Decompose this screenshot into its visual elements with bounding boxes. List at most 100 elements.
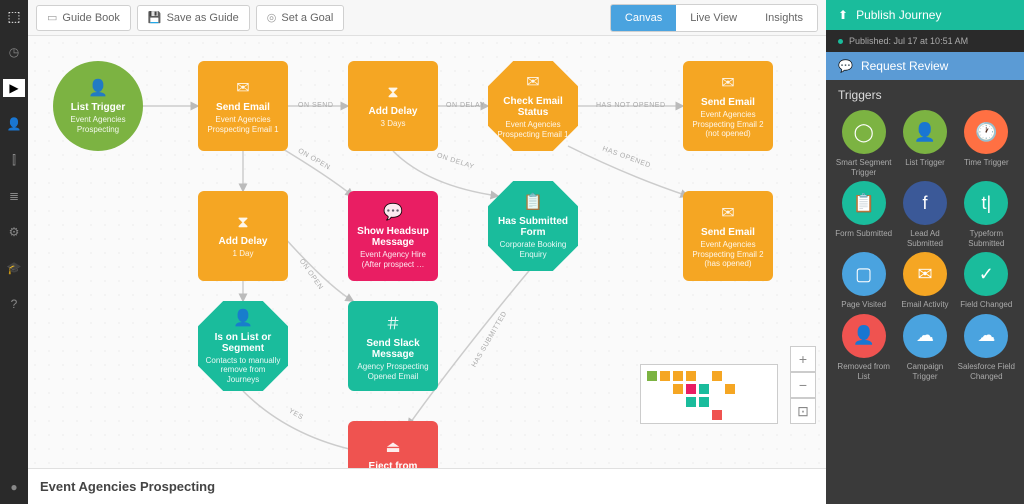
node-on-list[interactable]: 👤Is on List or SegmentContacts to manual… — [198, 301, 288, 391]
set-goal-button[interactable]: ◎Set a Goal — [256, 5, 345, 31]
hourglass-icon: ⧗ — [237, 214, 248, 232]
request-review-button[interactable]: 💬Request Review — [826, 52, 1024, 80]
palette-item-2[interactable]: 🕐Time Trigger — [957, 110, 1016, 177]
palette-label: Salesforce Field Changed — [957, 362, 1016, 381]
node-submitted-form[interactable]: 📋Has Submitted FormCorporate Booking Enq… — [488, 181, 578, 271]
node-add-delay-1d[interactable]: ⧗ Add Delay 1 Day — [198, 191, 288, 281]
palette-item-1[interactable]: 👤 List Trigger — [895, 110, 954, 177]
node-title: Has Submitted Form — [494, 216, 572, 238]
canvas[interactable]: 👤List TriggerEvent Agencies Prospecting … — [28, 36, 826, 468]
node-sub: Event Agencies Prospecting Email 2 (has … — [689, 240, 767, 269]
mail-icon: ✉ — [526, 72, 539, 92]
main-area: ▭ Guide Book 💾Save as Guide ◎Set a Goal C… — [28, 0, 826, 504]
conn-has-opened: HAS OPENED — [601, 146, 651, 170]
palette-label: Lead Ad Submitted — [895, 229, 954, 248]
zoom-out-button[interactable]: − — [790, 372, 816, 398]
nav-dashboard-icon[interactable]: ◷ — [5, 43, 23, 61]
guide-book-label: Guide Book — [62, 12, 119, 24]
nav-avatar-icon[interactable]: ● — [5, 478, 23, 496]
node-sub: Agency Prospecting Opened Email — [354, 362, 432, 381]
palette-item-5[interactable]: t|Typeform Submitted — [957, 181, 1016, 248]
node-sub: Event Agencies Prospecting Email 1 — [494, 120, 572, 139]
node-slack[interactable]: ＃Send Slack MessageAgency Prospecting Op… — [348, 301, 438, 391]
palette-icon: 👤 — [842, 314, 886, 358]
minimap[interactable] — [640, 364, 778, 424]
palette-item-9[interactable]: 👤 Removed from List — [834, 314, 893, 381]
conn-has-submitted: HAS SUBMITTED — [471, 310, 509, 368]
node-title: Send Email — [701, 227, 755, 238]
palette-item-8[interactable]: ✓Field Changed — [957, 252, 1016, 310]
palette-item-10[interactable]: ☁Campaign Trigger — [895, 314, 954, 381]
node-send-email-1[interactable]: ✉ Send Email Event Agencies Prospecting Em… — [198, 61, 288, 151]
palette-item-11[interactable]: ☁Salesforce Field Changed — [957, 314, 1016, 381]
publish-label: Publish Journey — [856, 8, 941, 22]
nav-journeys-icon[interactable]: ▶ — [3, 79, 25, 97]
nav-analytics-icon[interactable]: ⫿ — [5, 151, 23, 169]
save-guide-button[interactable]: 💾Save as Guide — [137, 5, 250, 31]
node-check-email[interactable]: ✉Check Email StatusEvent Agencies Prospe… — [488, 61, 578, 151]
palette-icon: t| — [964, 181, 1008, 225]
conn-not-opened: HAS NOT OPENED — [596, 102, 666, 109]
node-eject[interactable]: ⏏Eject from Journey✓ — [348, 421, 438, 468]
palette-icon: ☁ — [903, 314, 947, 358]
save-guide-label: Save as Guide — [167, 12, 239, 24]
conn-on-delay-2: ON DELAY — [436, 152, 475, 171]
palette-item-3[interactable]: 📋Form Submitted — [834, 181, 893, 248]
triggers-heading: Triggers — [826, 80, 1024, 110]
node-title: Show Headsup Message — [354, 226, 432, 248]
node-add-delay-3d[interactable]: ⧗Add Delay3 Days — [348, 61, 438, 151]
footer-title: Event Agencies Prospecting — [28, 468, 826, 504]
nav-lists-icon[interactable]: ≣ — [5, 187, 23, 205]
node-title: Add Delay — [219, 236, 268, 247]
conn-on-delay-1: ON DELAY — [446, 102, 485, 109]
conn-yes: YES — [287, 408, 304, 422]
chat-icon: 💬 — [838, 59, 853, 73]
node-list-trigger[interactable]: 👤List TriggerEvent Agencies Prospecting — [53, 61, 143, 151]
nav-settings-icon[interactable]: ⚙ — [5, 223, 23, 241]
node-title: Is on List or Segment — [204, 332, 282, 354]
node-sub: Corporate Booking Enquiry — [494, 240, 572, 259]
node-send-email-2[interactable]: ✉Send EmailEvent Agencies Prospecting Em… — [683, 61, 773, 151]
palette-item-6[interactable]: ▢ Page Visited — [834, 252, 893, 310]
zoom-in-button[interactable]: + — [790, 346, 816, 372]
palette-label: Email Activity — [901, 300, 948, 310]
zoom-fit-button[interactable]: ⊡ — [790, 398, 816, 424]
nav-learn-icon[interactable]: 🎓 — [5, 259, 23, 277]
tab-canvas[interactable]: Canvas — [611, 5, 676, 31]
left-nav: ⬚ ◷ ▶ 👤 ⫿ ≣ ⚙ 🎓 ? ● — [0, 0, 28, 504]
palette-label: Smart Segment Trigger — [834, 158, 893, 177]
nav-help-icon[interactable]: ? — [5, 295, 23, 313]
node-title: Eject from Journey — [354, 461, 432, 468]
node-title: Send Email — [216, 102, 270, 113]
palette-label: Form Submitted — [835, 229, 892, 239]
palette-label: Page Visited — [841, 300, 886, 310]
palette-label: Removed from List — [834, 362, 893, 381]
set-goal-label: Set a Goal — [281, 12, 333, 24]
nav-people-icon[interactable]: 👤 — [5, 115, 23, 133]
publish-status: Published: Jul 17 at 10:51 AM — [826, 30, 1024, 52]
upload-icon: ⬆ — [838, 8, 848, 22]
palette-icon: 👤 — [903, 110, 947, 154]
node-title: Send Email — [701, 97, 755, 108]
publish-button[interactable]: ⬆ Publish Journey — [826, 0, 1024, 30]
node-sub: Event Agencies Prospecting Email 1 — [204, 115, 282, 134]
node-sub: 1 Day — [233, 249, 254, 259]
node-headsup[interactable]: 💬Show Headsup MessageEvent Agency Hire (… — [348, 191, 438, 281]
slack-icon: ＃ — [385, 310, 401, 334]
guide-book-button[interactable]: ▭ Guide Book — [36, 5, 131, 31]
node-sub: Event Agency Hire (After prospect … — [354, 250, 432, 269]
palette-icon: ✉ — [903, 252, 947, 296]
node-send-email-3[interactable]: ✉Send EmailEvent Agencies Prospecting Em… — [683, 191, 773, 281]
palette-item-7[interactable]: ✉ Email Activity — [895, 252, 954, 310]
mail-icon: ✉ — [236, 78, 249, 98]
tab-live-view[interactable]: Live View — [676, 5, 751, 31]
book-icon: ▭ — [47, 11, 57, 24]
palette-item-4[interactable]: fLead Ad Submitted — [895, 181, 954, 248]
palette-label: Field Changed — [960, 300, 1012, 310]
palette-label: List Trigger — [905, 158, 945, 168]
node-sub: Event Agencies Prospecting — [59, 115, 137, 134]
palette-icon: ▢ — [842, 252, 886, 296]
tab-insights[interactable]: Insights — [751, 5, 817, 31]
right-panel: ⬆ Publish Journey Published: Jul 17 at 10… — [826, 0, 1024, 504]
palette-item-0[interactable]: ◯Smart Segment Trigger — [834, 110, 893, 177]
